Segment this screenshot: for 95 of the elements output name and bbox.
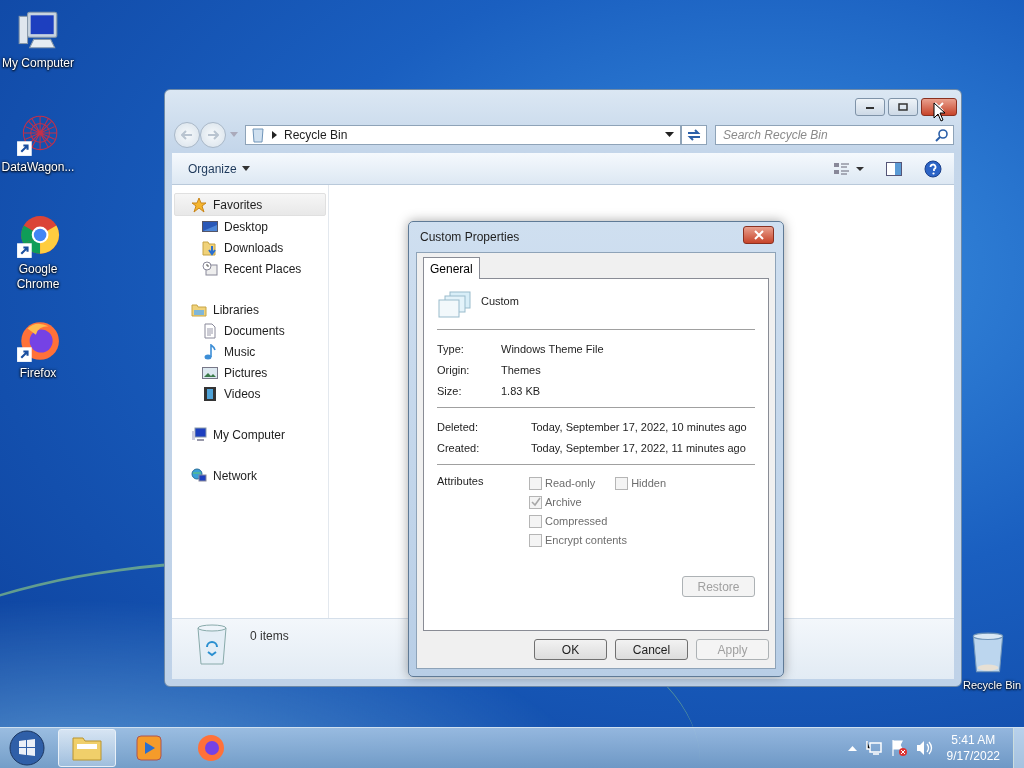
address-bar[interactable]: Recycle Bin — [245, 125, 681, 145]
clock-time: 5:41 AM — [951, 732, 996, 748]
attribute-checkbox[interactable]: Read-only — [529, 475, 596, 491]
help-icon[interactable] — [924, 159, 942, 178]
nav-item[interactable]: Recent Places — [172, 258, 328, 279]
media-player-icon — [136, 735, 162, 761]
attribute-checkbox[interactable]: Compressed — [529, 513, 666, 529]
address-text: Recycle Bin — [284, 128, 349, 142]
property-label: Size: — [437, 384, 463, 397]
maximize-button[interactable] — [888, 98, 918, 116]
view-options-icon[interactable] — [834, 161, 864, 176]
nav-label: Libraries — [213, 302, 260, 317]
nav-item[interactable]: Favorites — [174, 193, 326, 216]
dialog-button[interactable]: Cancel — [615, 639, 688, 660]
property-label: Created: — [437, 441, 481, 454]
dialog-title: Custom Properties — [420, 230, 520, 244]
nav-item[interactable]: Music — [172, 341, 328, 362]
property-label: Deleted: — [437, 420, 479, 433]
forward-arrow-icon — [207, 130, 219, 140]
close-icon — [933, 102, 945, 112]
close-icon — [752, 230, 765, 240]
checkmark-icon — [530, 497, 541, 507]
attribute-checkbox[interactable]: Hidden — [615, 475, 666, 491]
picture-icon — [202, 364, 218, 381]
folder-icon — [191, 301, 207, 318]
nav-label: Recent Places — [224, 261, 302, 276]
nav-item[interactable]: Documents — [172, 320, 328, 341]
star-icon — [191, 196, 207, 213]
nav-item[interactable]: Network — [172, 465, 328, 486]
caret-icon — [272, 131, 278, 139]
attribute-checkbox[interactable]: Archive — [529, 494, 666, 510]
organize-menu[interactable]: Organize — [188, 161, 250, 176]
monitor-icon — [202, 218, 218, 235]
recycle-bin-icon — [250, 127, 266, 143]
caret-icon[interactable] — [665, 132, 674, 138]
clock-date: 9/17/2022 — [946, 748, 1000, 764]
nav-label: Desktop — [224, 219, 269, 234]
firefox-icon — [197, 734, 225, 762]
nav-label: My Computer — [213, 427, 286, 442]
property-value: Today, September 17, 2022, 10 minutes ago — [531, 420, 747, 433]
film-strip-icon — [202, 385, 218, 402]
nav-label: Downloads — [224, 240, 284, 255]
document-icon — [202, 322, 218, 339]
property-label: Origin: — [437, 363, 471, 376]
file-name: Custom — [481, 295, 519, 307]
nav-item[interactable]: Downloads — [172, 237, 328, 258]
recent-places-icon — [202, 260, 218, 277]
close-button[interactable] — [743, 226, 774, 244]
property-value: Today, September 17, 2022, 11 minutes ago — [531, 441, 746, 454]
nav-label: Documents — [224, 323, 285, 338]
attributes-label: Attributes — [437, 475, 485, 487]
nav-label: Favorites — [213, 197, 263, 212]
refresh-button[interactable] — [681, 125, 707, 145]
music-note-icon — [202, 343, 218, 360]
nav-item[interactable]: Desktop — [172, 216, 328, 237]
start-button[interactable] — [8, 729, 46, 767]
nav-label: Network — [213, 468, 257, 483]
desktop-icon-label[interactable]: Recycle Bin — [962, 678, 1022, 693]
property-value: Windows Theme File — [501, 342, 604, 355]
search-field[interactable]: Search Recycle Bin — [715, 125, 954, 145]
desktop-icon-label[interactable]: Firefox — [19, 366, 57, 381]
nav-item[interactable]: Libraries — [172, 299, 328, 320]
desktop-icon-label[interactable]: Google Chrome — [0, 262, 76, 292]
download-folder-icon — [202, 239, 218, 256]
nav-item[interactable]: Pictures — [172, 362, 328, 383]
property-value: Themes — [501, 363, 541, 376]
back-arrow-icon — [181, 130, 193, 140]
property-value: 1.83 KB — [501, 384, 541, 397]
item-count: 0 items — [250, 629, 289, 643]
recycle-bin-icon — [194, 623, 230, 667]
desktop-icon-label[interactable]: DataWagon... — [1, 160, 75, 175]
refresh-arrows-icon — [686, 128, 702, 142]
nav-item[interactable]: My Computer — [172, 424, 328, 445]
nav-label: Music — [224, 344, 256, 359]
property-label: Type: — [437, 342, 465, 355]
action-center-flag-icon[interactable] — [890, 739, 907, 757]
chrome-icon[interactable] — [15, 214, 61, 260]
network-globe-icon — [191, 467, 207, 484]
folder-icon — [72, 735, 102, 761]
maximize-icon — [898, 103, 908, 111]
nav-label: Videos — [224, 386, 261, 401]
search-icon — [935, 129, 948, 142]
desktop-icon-label[interactable]: My Computer — [2, 56, 74, 71]
nav-item[interactable]: Videos — [172, 383, 328, 404]
minimize-button[interactable] — [855, 98, 885, 116]
caret-icon — [241, 166, 250, 171]
dialog-button[interactable]: OK — [534, 639, 607, 660]
nav-label: Pictures — [224, 365, 268, 380]
mouse-cursor-icon — [933, 102, 947, 122]
speaker-icon[interactable] — [915, 740, 934, 756]
preview-pane-icon[interactable] — [886, 161, 902, 176]
computer-icon — [191, 426, 207, 443]
tab[interactable]: General — [423, 257, 480, 279]
attribute-checkbox[interactable]: Encrypt contents — [529, 532, 666, 548]
theme-file-icon — [438, 291, 472, 319]
